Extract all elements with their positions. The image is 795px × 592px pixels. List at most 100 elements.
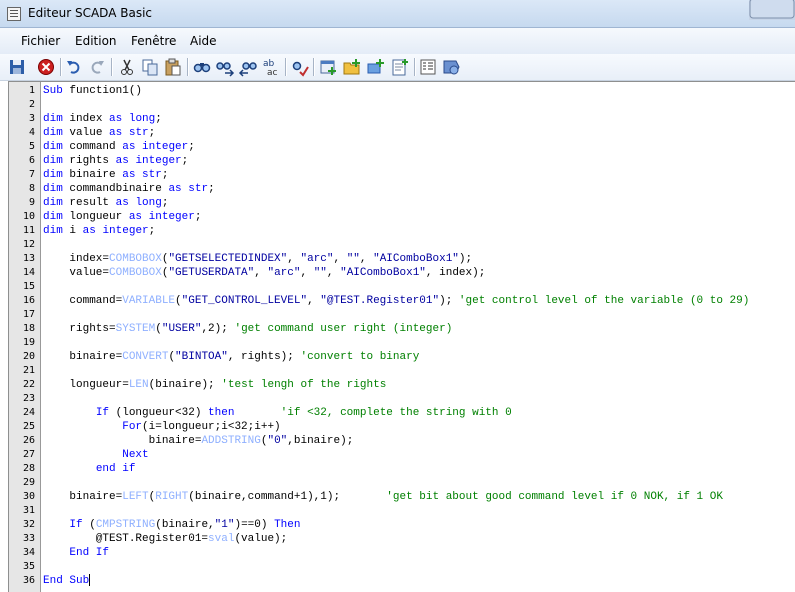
line-number: 9 [28, 197, 35, 208]
code-text: Sub function1() [43, 84, 142, 98]
code-token: as [122, 169, 136, 181]
code-token: "AIComboBox1" [373, 253, 459, 265]
code-editor[interactable]: 1 Sub function1() 2 3 dim index as long; 4 dim… [8, 81, 795, 592]
code-token: binaire [62, 169, 123, 181]
code-line[interactable]: 4 dim value as str; [9, 126, 795, 140]
help-icon[interactable] [441, 57, 461, 77]
find-icon[interactable] [192, 57, 212, 77]
code-line[interactable]: 5 dim command as integer; [9, 140, 795, 154]
code-token: longueur [62, 211, 129, 223]
code-token: command= [43, 295, 123, 307]
code-line[interactable]: 10 dim longueur as integer; [9, 210, 795, 224]
code-line[interactable]: 25 For(i=longueur;i<32;i++) [9, 420, 795, 434]
code-line[interactable]: 36 End Sub [9, 574, 795, 588]
redo-icon[interactable] [87, 57, 107, 77]
menu-fenetre[interactable]: Fenêtre [131, 34, 176, 48]
code-line[interactable]: 33 @TEST.Register01=sval(value); [9, 532, 795, 546]
paste-icon[interactable] [163, 57, 183, 77]
code-token: COMBOBOX [109, 267, 162, 279]
add-page-icon[interactable] [390, 57, 410, 77]
code-line[interactable]: 2 [9, 98, 795, 112]
line-number: 6 [28, 155, 35, 166]
code-token: binaire= [43, 351, 123, 363]
code-line[interactable]: 15 [9, 280, 795, 294]
code-line[interactable]: 24 If (longueur<32) then 'if <32, comple… [9, 406, 795, 420]
code-token: , [254, 267, 268, 279]
code-line[interactable]: 31 [9, 504, 795, 518]
code-text: end if [43, 462, 136, 476]
line-number: 7 [28, 169, 35, 180]
code-token: ; [188, 141, 195, 153]
code-token: dim [43, 169, 63, 181]
copy-icon[interactable] [140, 57, 160, 77]
code-token: SYSTEM [115, 323, 156, 335]
code-token: integer [142, 141, 189, 153]
code-text: dim binaire as str; [43, 168, 168, 182]
code-line[interactable]: 12 [9, 238, 795, 252]
code-line[interactable]: 26 binaire=ADDSTRING("0",binaire); [9, 434, 795, 448]
code-token: 'get bit about good command level if 0 N… [386, 491, 723, 503]
code-line[interactable]: 34 End If [9, 546, 795, 560]
menu-aide[interactable]: Aide [190, 34, 217, 48]
code-token: Sub [43, 85, 63, 97]
line-number: 25 [22, 421, 35, 432]
code-line[interactable]: 32 If (CMPSTRING(binaire,"1")==0) Then [9, 518, 795, 532]
code-token: ; [161, 197, 169, 209]
add-dialog-icon[interactable] [318, 57, 338, 77]
code-line[interactable]: 11 dim i as integer; [9, 224, 795, 238]
code-line[interactable]: 9 dim result as long; [9, 196, 795, 210]
add-variable-icon[interactable] [366, 57, 386, 77]
code-token: CMPSTRING [95, 519, 156, 531]
code-line[interactable]: 6 dim rights as integer; [9, 154, 795, 168]
code-token: "" [313, 267, 327, 279]
code-text: dim value as str; [43, 126, 155, 140]
code-token: str [142, 169, 162, 181]
code-token: i [62, 225, 83, 237]
code-line[interactable]: 23 [9, 392, 795, 406]
code-line[interactable]: 29 [9, 476, 795, 490]
code-line[interactable]: 22 longueur=LEN(binaire); 'test lengh of… [9, 378, 795, 392]
code-token: as [128, 211, 143, 223]
code-token: Next [122, 449, 149, 461]
code-token: dim [43, 225, 63, 237]
code-token: , [359, 253, 374, 265]
properties-icon[interactable] [418, 57, 438, 77]
line-number: 10 [22, 211, 35, 222]
code-token: (i=longueur;i<32;i++) [142, 421, 281, 433]
menu-edition[interactable]: Edition [75, 34, 117, 48]
replace-icon[interactable]: ab ac [261, 57, 281, 78]
code-token: dim [43, 141, 63, 153]
code-line[interactable]: 16 command=VARIABLE("GET_CONTROL_LEVEL",… [9, 294, 795, 308]
line-number: 17 [22, 309, 35, 320]
code-line[interactable]: 14 value=COMBOBOX("GETUSERDATA", "arc", … [9, 266, 795, 280]
spell-check-icon[interactable] [290, 57, 310, 77]
code-line[interactable]: 28 end if [9, 462, 795, 476]
code-line[interactable]: 8 dim commandbinaire as str; [9, 182, 795, 196]
code-line[interactable]: 21 [9, 364, 795, 378]
code-line[interactable]: 27 Next [9, 448, 795, 462]
undo-icon[interactable] [64, 57, 84, 77]
code-line[interactable]: 3 dim index as long; [9, 112, 795, 126]
save-icon[interactable] [7, 57, 27, 77]
code-token: "GET_CONTROL_LEVEL" [181, 295, 308, 307]
code-line[interactable]: 18 rights=SYSTEM("USER",2); 'get command… [9, 322, 795, 336]
code-line[interactable]: 17 [9, 308, 795, 322]
add-folder-icon[interactable] [342, 57, 362, 77]
code-line[interactable]: 7 dim binaire as str; [9, 168, 795, 182]
code-line[interactable]: 35 [9, 560, 795, 574]
code-line[interactable]: 13 index=COMBOBOX("GETSELECTEDINDEX", "a… [9, 252, 795, 266]
find-next-icon[interactable] [215, 57, 235, 77]
code-token: For [122, 421, 143, 433]
code-line[interactable]: 30 binaire=LEFT(RIGHT(binaire,command+1)… [9, 490, 795, 504]
cut-icon[interactable] [117, 57, 137, 77]
menu-fichier[interactable]: Fichier [21, 34, 60, 48]
code-token: "BINTOA" [175, 351, 228, 363]
code-line[interactable]: 20 binaire=CONVERT("BINTOA", rights); 'c… [9, 350, 795, 364]
code-text: dim commandbinaire as str; [43, 182, 215, 196]
code-line[interactable]: 19 [9, 336, 795, 350]
find-previous-icon[interactable] [238, 57, 258, 77]
code-line[interactable]: 1 Sub function1() [9, 84, 795, 98]
close-icon[interactable] [36, 57, 56, 77]
